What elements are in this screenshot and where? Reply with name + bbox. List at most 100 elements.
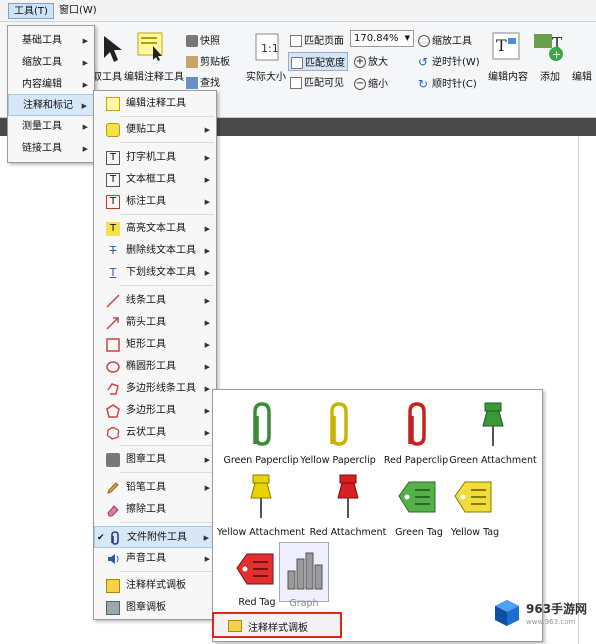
submenu-arrow-icon: ▶: [82, 81, 88, 89]
pushpin-icon: [337, 474, 359, 518]
find-button[interactable]: 查找: [186, 74, 220, 89]
menu-item-basic-tools[interactable]: 基础工具 ▶: [8, 30, 94, 52]
scroll-divider: [578, 136, 579, 644]
cloud-icon: [106, 426, 120, 440]
menu-item-link-tools[interactable]: 链接工具 ▶: [8, 138, 94, 160]
menu-item-arrow[interactable]: 箭头工具 ▶: [94, 312, 216, 334]
rotate-cw-icon: ↻: [418, 77, 429, 91]
menu-item-polygon[interactable]: 多边形工具 ▶: [94, 400, 216, 422]
menu-item-sticky-note[interactable]: 便贴工具 ▶: [94, 119, 216, 141]
menu-item-underline-text[interactable]: T 下划线文本工具 ▶: [94, 262, 216, 284]
comment-style-palette-highlight[interactable]: 注释样式调板: [212, 612, 342, 638]
attachment-graph[interactable]: Graph: [279, 542, 329, 609]
pushpin-icon: [250, 474, 272, 518]
menu-item-content-edit[interactable]: 内容编辑 ▶: [8, 74, 94, 96]
menu-tools[interactable]: 工具(T): [8, 3, 54, 19]
tools-menu: 基础工具 ▶ 缩放工具 ▶ 内容编辑 ▶ 注释和标记 ▶ 测量工具 ▶ 链接工具 ▶: [7, 25, 95, 163]
arrow-icon: [106, 317, 119, 330]
edit-content-button[interactable]: 编辑内容: [488, 68, 528, 83]
select-cursor-icon[interactable]: [100, 34, 124, 64]
menu-item-line[interactable]: 线条工具 ▶: [94, 290, 216, 312]
menu-item-sound[interactable]: 声音工具 ▶: [94, 548, 216, 570]
menu-item-rectangle[interactable]: 矩形工具 ▶: [94, 334, 216, 356]
watermark-cube-icon: [495, 600, 519, 626]
style-palette-icon: [228, 620, 242, 632]
zoom-out-button[interactable]: − 缩小: [354, 75, 388, 90]
menu-item-edit-annotation[interactable]: 编辑注释工具: [94, 93, 216, 115]
menu-item-stamp-palette[interactable]: 图章调板: [94, 597, 216, 619]
menu-item-highlight-text[interactable]: T 高亮文本工具 ▶: [94, 218, 216, 240]
attachment-red-paperclip[interactable]: Red Paperclip: [378, 396, 454, 466]
add-icon[interactable]: T +: [532, 30, 566, 62]
callout-icon: T: [106, 195, 120, 209]
rotate-ccw-button[interactable]: ↺ 逆时针(W): [418, 53, 480, 68]
polyline-icon: [107, 383, 119, 395]
attachment-yellow-paperclip[interactable]: Yellow Paperclip: [300, 396, 376, 466]
menu-item-eraser[interactable]: 擦除工具: [94, 499, 216, 521]
attachment-green-pushpin[interactable]: Green Attachment: [449, 396, 537, 466]
menu-item-strikeout-text[interactable]: T 删除线文本工具 ▶: [94, 240, 216, 262]
svg-text:1:1: 1:1: [261, 42, 279, 55]
menu-window[interactable]: 窗口(W): [54, 3, 102, 19]
attachment-yellow-pushpin[interactable]: Yellow Attachment: [217, 468, 305, 538]
edit-content-icon[interactable]: T: [490, 30, 522, 62]
actual-size-icon[interactable]: 1:1: [254, 32, 280, 62]
add-button[interactable]: 添加: [540, 68, 560, 83]
menu-separator: [120, 116, 214, 117]
select-tool-button[interactable]: 取工具: [92, 68, 122, 83]
menu-separator: [120, 571, 214, 572]
rotate-cw-button[interactable]: ↻ 顺时针(C): [418, 75, 477, 90]
edit-annotation-tool-button[interactable]: 编辑注释工具: [124, 68, 184, 83]
menu-separator: [120, 472, 214, 473]
fit-width-icon: [291, 57, 303, 69]
submenu-arrow-icon: ▶: [82, 145, 88, 153]
edit-annotation-icon[interactable]: [135, 30, 167, 62]
fit-page-icon: [290, 35, 302, 47]
menu-item-file-attachment[interactable]: ✔ 文件附件工具 ▶: [94, 526, 216, 548]
menu-bar: 工具(T) 窗口(W): [0, 0, 596, 22]
chevron-down-icon[interactable]: ▼: [405, 31, 410, 46]
menu-item-ellipse[interactable]: 椭圆形工具 ▶: [94, 356, 216, 378]
rotate-ccw-icon: ↺: [418, 55, 429, 69]
fit-width-button[interactable]: 匹配宽度: [288, 52, 348, 71]
zoom-in-button[interactable]: + 放大: [354, 53, 388, 68]
plus-icon: +: [354, 56, 366, 68]
zoom-level-input[interactable]: 170.84% ▼: [350, 30, 414, 47]
fit-page-button[interactable]: 匹配页面: [290, 32, 344, 47]
menu-item-stamp[interactable]: 图章工具 ▶: [94, 449, 216, 471]
graph-icon: [287, 552, 323, 590]
menu-item-pencil[interactable]: 铅笔工具 ▶: [94, 477, 216, 499]
attachment-yellow-tag[interactable]: Yellow Tag: [437, 468, 513, 538]
fit-visible-button[interactable]: 匹配可见: [290, 74, 344, 89]
submenu-arrow-icon: ▶: [81, 102, 87, 110]
menu-item-polyline[interactable]: 多边形线条工具 ▶: [94, 378, 216, 400]
zoom-tool-button[interactable]: 缩放工具: [418, 32, 472, 47]
find-icon: [186, 77, 198, 89]
edit-button[interactable]: 编辑: [572, 68, 592, 83]
paperclip-icon: [330, 402, 348, 446]
tag-icon: [236, 553, 274, 585]
submenu-arrow-icon: ▶: [82, 59, 88, 67]
actual-size-button[interactable]: 实际大小: [246, 68, 286, 83]
rectangle-icon: [106, 338, 120, 352]
menu-separator: [120, 142, 214, 143]
menu-item-comment-style-palette[interactable]: 注释样式调板: [94, 575, 216, 597]
minus-icon: −: [354, 78, 366, 90]
pushpin-icon: [482, 402, 504, 446]
paperclip-icon: [408, 402, 426, 446]
camera-icon: [186, 35, 198, 47]
menu-separator: [120, 445, 214, 446]
strikeout-icon: T: [109, 244, 117, 257]
menu-item-cloud[interactable]: 云状工具 ▶: [94, 422, 216, 444]
menu-item-zoom-tools[interactable]: 缩放工具 ▶: [8, 52, 94, 74]
menu-item-comment-markup[interactable]: 注释和标记 ▶: [8, 94, 94, 116]
clipboard-button[interactable]: 剪贴板: [186, 53, 230, 68]
menu-item-textbox[interactable]: T 文本框工具 ▶: [94, 169, 216, 191]
snapshot-button[interactable]: 快照: [186, 32, 220, 47]
checkmark-icon: ✔: [97, 533, 105, 543]
attachment-green-paperclip[interactable]: Green Paperclip: [223, 396, 299, 466]
menu-item-callout[interactable]: T 标注工具 ▶: [94, 191, 216, 213]
menu-item-measure-tools[interactable]: 测量工具 ▶: [8, 116, 94, 138]
fit-visible-icon: [290, 77, 302, 89]
menu-item-typewriter[interactable]: T 打字机工具 ▶: [94, 147, 216, 169]
